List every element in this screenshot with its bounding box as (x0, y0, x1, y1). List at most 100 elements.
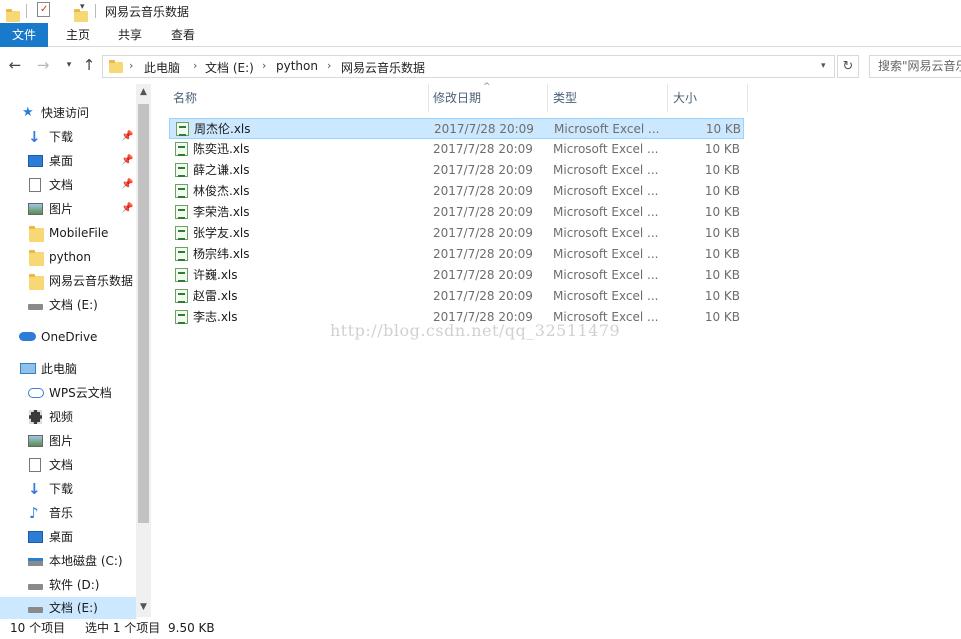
column-header-type[interactable]: 类型 (531, 84, 667, 112)
scrollbar-thumb[interactable] (138, 104, 149, 523)
download-arrow-icon: ↓ (28, 480, 41, 498)
drive-icon (28, 304, 43, 310)
column-divider[interactable] (747, 84, 748, 112)
file-row[interactable]: 林俊杰.xls 2017/7/28 20:09 Microsoft Excel … (169, 181, 744, 202)
file-row[interactable]: 薛之谦.xls 2017/7/28 20:09 Microsoft Excel … (169, 160, 744, 181)
desktop-icon (28, 531, 43, 543)
status-item-count: 10 个项目 (10, 621, 66, 635)
up-arrow-icon[interactable]: ↑ (80, 56, 98, 74)
sidebar-item-documents[interactable]: 文档 📌 (0, 174, 136, 196)
excel-file-icon (175, 247, 188, 261)
excel-file-icon (175, 226, 188, 240)
file-row[interactable]: 赵雷.xls 2017/7/28 20:09 Microsoft Excel .… (169, 286, 744, 307)
pin-icon[interactable]: 📌 (121, 198, 133, 220)
sidebar-item-quick-access[interactable]: ★ 快速访问 (0, 102, 136, 124)
search-input[interactable]: 搜索"网易云音乐数据" (869, 55, 961, 78)
address-bar[interactable]: › 此电脑 › 文档 (E:) › python › 网易云音乐数据 ▾ (102, 55, 835, 78)
excel-file-icon (175, 289, 188, 303)
sidebar-item-wps-cloud[interactable]: WPS云文档 (0, 382, 136, 404)
sidebar-item-onedrive[interactable]: OneDrive (0, 326, 136, 348)
picture-icon (28, 435, 43, 447)
sidebar-item-documents-pc[interactable]: 文档 (0, 454, 136, 476)
recent-locations-chevron-icon[interactable]: ▾ (60, 56, 78, 74)
pin-icon[interactable]: 📌 (121, 126, 133, 148)
drive-icon (28, 558, 43, 566)
file-row[interactable]: 张学友.xls 2017/7/28 20:09 Microsoft Excel … (169, 223, 744, 244)
sidebar-item-downloads[interactable]: ↓ 下载 📌 (0, 126, 136, 148)
forward-arrow-icon[interactable]: → (34, 56, 52, 74)
excel-file-icon (176, 122, 189, 136)
folder-icon (6, 8, 20, 22)
window-title: 网易云音乐数据 (105, 5, 190, 19)
file-list: 名称 修改日期 ^ 类型 大小 周杰伦.xls 2017/7/28 20:09 … (151, 82, 961, 617)
customize-toolbar-chevron-icon[interactable]: ▾ (80, 2, 85, 12)
sidebar-item-pictures[interactable]: 图片 📌 (0, 198, 136, 220)
excel-file-icon (175, 205, 188, 219)
tab-file[interactable]: 文件 (0, 23, 48, 47)
sidebar-scrollbar[interactable]: ▲ ▼ (136, 84, 151, 617)
download-arrow-icon: ↓ (28, 128, 41, 146)
breadcrumb-this-pc[interactable]: 此电脑 (144, 59, 180, 76)
drive-icon (28, 607, 43, 613)
folder-icon (29, 274, 44, 290)
folder-icon (109, 60, 123, 73)
tab-share[interactable]: 共享 (107, 23, 153, 47)
address-dropdown-chevron-icon[interactable]: ▾ (821, 61, 826, 71)
excel-file-icon (175, 310, 188, 324)
chevron-right-icon[interactable]: › (327, 59, 331, 72)
sidebar-item-drive-c[interactable]: 本地磁盘 (C:) (0, 550, 136, 572)
chevron-right-icon[interactable]: › (262, 59, 266, 72)
pin-icon[interactable]: 📌 (121, 174, 133, 196)
pin-icon[interactable]: 📌 (121, 150, 133, 172)
back-arrow-icon[interactable]: ← (6, 56, 24, 74)
column-header-name[interactable]: 名称 (151, 84, 428, 112)
sidebar-item-drive-e[interactable]: 文档 (E:) (0, 597, 136, 619)
sidebar-item-desktop-pc[interactable]: 桌面 (0, 526, 136, 548)
document-icon (29, 458, 41, 472)
excel-file-icon (175, 268, 188, 282)
sidebar-item-videos[interactable]: 视频 (0, 406, 136, 428)
sidebar-item-downloads-pc[interactable]: ↓ 下载 (0, 478, 136, 500)
navigation-pane: ★ 快速访问 ↓ 下载 📌 桌面 📌 文档 📌 图片 📌 MobileFile … (0, 84, 150, 619)
sidebar-item-drive-e-quick[interactable]: 文档 (E:) (0, 294, 136, 316)
sidebar-item-netease-data[interactable]: 网易云音乐数据 (0, 270, 136, 292)
sidebar-item-music[interactable]: ♪ 音乐 (0, 502, 136, 524)
breadcrumb-current-folder[interactable]: 网易云音乐数据 (341, 59, 425, 76)
tab-view[interactable]: 查看 (160, 23, 206, 47)
breadcrumb-drive-e[interactable]: 文档 (E:) (205, 59, 254, 76)
excel-file-icon (175, 163, 188, 177)
refresh-button[interactable]: ↻ (837, 55, 859, 78)
status-bar: 10 个项目 选中 1 个项目 9.50 KB (0, 617, 961, 639)
file-row[interactable]: 杨宗纬.xls 2017/7/28 20:09 Microsoft Excel … (169, 244, 744, 265)
sort-ascending-chevron-icon: ^ (483, 82, 491, 92)
properties-icon[interactable]: ✓ (37, 2, 50, 17)
file-row[interactable]: 许巍.xls 2017/7/28 20:09 Microsoft Excel .… (169, 265, 744, 286)
new-folder-icon[interactable] (74, 8, 88, 22)
sidebar-item-mobilefile[interactable]: MobileFile (0, 222, 136, 244)
tab-home[interactable]: 主页 (55, 23, 101, 47)
sidebar-item-drive-d[interactable]: 软件 (D:) (0, 574, 136, 596)
file-row[interactable]: 周杰伦.xls 2017/7/28 20:09 Microsoft Excel … (169, 118, 744, 139)
sidebar-item-this-pc[interactable]: 此电脑 (0, 358, 136, 380)
folder-icon (29, 226, 44, 242)
document-icon (29, 178, 41, 192)
sidebar-item-python[interactable]: python (0, 246, 136, 268)
file-row[interactable]: 李荣浩.xls 2017/7/28 20:09 Microsoft Excel … (169, 202, 744, 223)
chevron-right-icon[interactable]: › (129, 59, 133, 72)
chevron-right-icon[interactable]: › (193, 59, 197, 72)
sidebar-item-desktop[interactable]: 桌面 📌 (0, 150, 136, 172)
music-note-icon: ♪ (29, 504, 39, 522)
picture-icon (28, 203, 43, 215)
wps-cloud-icon (28, 388, 44, 398)
sidebar-item-pictures-pc[interactable]: 图片 (0, 430, 136, 452)
desktop-icon (28, 155, 43, 167)
file-row[interactable]: 陈奕迅.xls 2017/7/28 20:09 Microsoft Excel … (169, 139, 744, 160)
column-header-size[interactable]: 大小 (651, 84, 747, 112)
computer-icon (20, 363, 36, 374)
scroll-up-icon[interactable]: ▲ (136, 87, 151, 97)
column-header-date[interactable]: 修改日期 (411, 84, 548, 112)
ribbon-tabs: 文件 主页 共享 查看 (0, 23, 961, 47)
scroll-down-icon[interactable]: ▼ (136, 602, 151, 612)
title-bar: ✓ ▾ 网易云音乐数据 (0, 0, 961, 22)
breadcrumb-python[interactable]: python (276, 59, 318, 73)
